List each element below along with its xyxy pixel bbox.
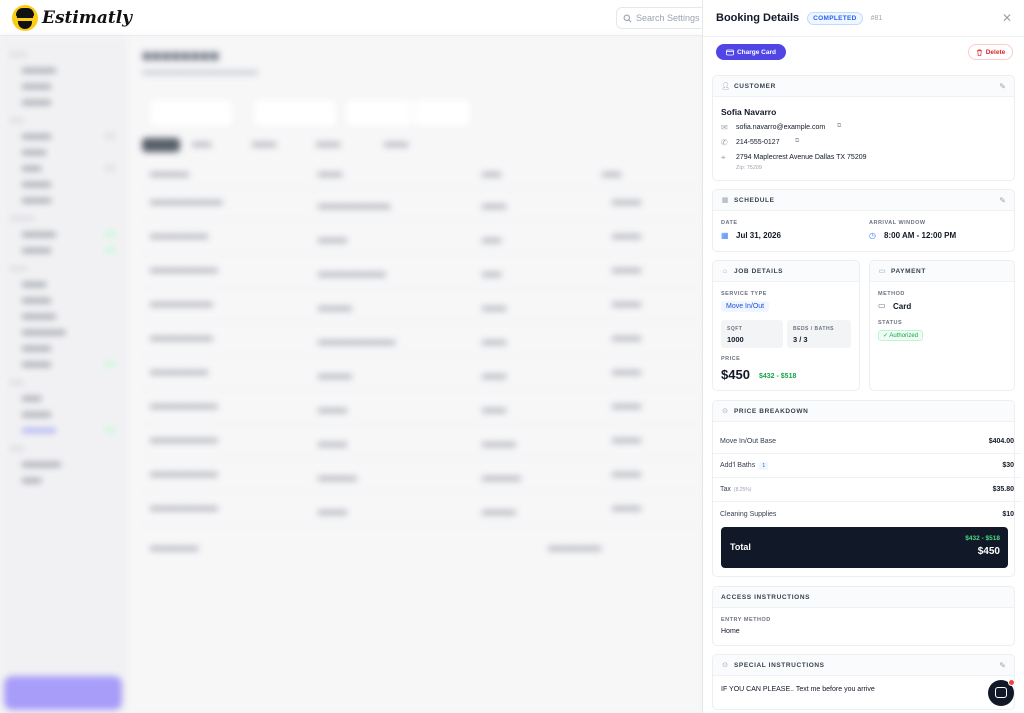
- search-settings-input[interactable]: Search Settings: [616, 7, 706, 29]
- customer-phone[interactable]: 214-555-0127: [736, 139, 780, 146]
- price-breakdown-section: ⊙ PRICE BREAKDOWN Move In/Out Base $404.0…: [712, 400, 1021, 577]
- schedule-section: ▦ SCHEDULE ✎ DATE ▦ Jul 31, 2026 ARRIVAL …: [712, 189, 1015, 252]
- price-label: PRICE: [721, 356, 741, 362]
- copy-email-icon[interactable]: ⧉: [837, 123, 841, 130]
- special-instructions-text: IF YOU CAN PLEASE.. Text me before you a…: [721, 686, 875, 693]
- beds-baths-value: 3 / 3: [793, 335, 808, 344]
- payment-heading: PAYMENT: [891, 267, 926, 275]
- copy-phone-icon[interactable]: ⧉: [795, 138, 799, 145]
- search-icon: [623, 14, 632, 22]
- beds-baths-label: BEDS / BATHS: [793, 326, 834, 332]
- breakdown-value: $30: [1002, 462, 1014, 469]
- method-label: METHOD: [878, 291, 905, 297]
- schedule-date: Jul 31, 2026: [736, 231, 781, 240]
- customer-address: 2794 Maplecrest Avenue Dallas TX 75209: [736, 154, 867, 161]
- mail-icon: ✉: [721, 123, 728, 132]
- service-type-chip: Move In/Out: [721, 301, 770, 312]
- app-name: Estimatly: [42, 8, 133, 28]
- access-instructions-section: ACCESS INSTRUCTIONS ENTRY METHOD Home: [712, 586, 1015, 646]
- payment-method: Card: [893, 302, 912, 311]
- chat-messenger-button[interactable]: [988, 679, 1015, 706]
- total-range: $432 - $518: [965, 535, 1000, 542]
- charge-card-button[interactable]: Charge Card: [716, 44, 786, 60]
- payment-section: ▭ PAYMENT METHOD ▭ Card STATUS ✓ Authoriz…: [869, 260, 1015, 391]
- search-placeholder: Search Settings: [636, 13, 700, 23]
- note-icon: ⊙: [722, 662, 728, 669]
- payment-status-label: STATUS: [878, 320, 903, 326]
- modal-overlay[interactable]: [0, 36, 702, 713]
- user-icon: 👤︎: [721, 83, 730, 90]
- clock-icon: ◷: [869, 231, 876, 240]
- breakdown-count-badge: 1: [759, 461, 769, 470]
- charge-card-label: Charge Card: [736, 48, 776, 56]
- breakdown-label: Move In/Out Base: [720, 438, 777, 445]
- breakdown-row: Cleaning Supplies $10: [713, 502, 1021, 526]
- booking-details-panel: Booking Details COMPLETED #81 ✕ Charge C…: [702, 0, 1024, 713]
- breakdown-row: Move In/Out Base $404.00: [713, 430, 1021, 454]
- price-breakdown-heading: PRICE BREAKDOWN: [734, 407, 809, 415]
- payment-status-badge: ✓ Authorized: [878, 330, 924, 341]
- arrival-window: 8:00 AM - 12:00 PM: [884, 231, 957, 240]
- breakdown-value: $10: [1002, 510, 1014, 518]
- calendar-icon: ▦: [721, 197, 729, 204]
- breakdown-label: Add'l Baths: [720, 462, 756, 469]
- app-logo[interactable]: Estimatly: [12, 5, 132, 31]
- card-method-icon: ▭: [878, 301, 886, 310]
- panel-header: Booking Details COMPLETED #81: [703, 0, 1024, 37]
- chat-bubble-icon: [995, 687, 1007, 698]
- access-heading: ACCESS INSTRUCTIONS: [721, 593, 811, 601]
- edit-schedule-icon[interactable]: ✎: [999, 196, 1006, 205]
- sqft-label: SQFT: [727, 326, 743, 332]
- phone-icon: ✆: [721, 138, 728, 147]
- customer-name: Sofia Navarro: [721, 107, 777, 117]
- schedule-heading: SCHEDULE: [734, 196, 775, 204]
- breakdown-label: Cleaning Supplies: [720, 510, 777, 518]
- job-price: $450: [721, 367, 750, 382]
- job-price-range: $432 - $518: [759, 373, 797, 380]
- location-pin-icon: ⌖: [721, 153, 726, 162]
- close-icon[interactable]: ✕: [1002, 12, 1012, 24]
- breakdown-row: Add'l Baths 1 $30: [713, 454, 1021, 478]
- special-heading: SPECIAL INSTRUCTIONS: [734, 661, 825, 669]
- date-calendar-icon: ▦: [721, 231, 729, 240]
- delete-button[interactable]: Delete: [968, 44, 1013, 60]
- customer-email[interactable]: sofia.navarro@example.com: [736, 124, 825, 131]
- edit-customer-icon[interactable]: ✎: [999, 82, 1006, 91]
- breakdown-row: Tax (8.25%) $35.80: [713, 478, 1021, 502]
- total-box: Total $432 - $518 $450: [721, 527, 1008, 568]
- job-details-section: ⌂ JOB DETAILS SERVICE TYPE Move In/Out SQ…: [712, 260, 860, 391]
- breakdown-label: Tax: [720, 486, 731, 493]
- sqft-value: 1000: [727, 335, 744, 344]
- booking-id: #81: [870, 14, 883, 22]
- customer-section: 👤︎ CUSTOMER ✎ Sofia Navarro ✉ sofia.navar…: [712, 75, 1015, 181]
- breakdown-value: $404.00: [988, 438, 1014, 445]
- entry-method: Home: [721, 628, 740, 635]
- logo-mascot-icon: [12, 5, 38, 31]
- date-label: DATE: [721, 220, 738, 226]
- delete-label: Delete: [985, 48, 1006, 56]
- special-instructions-section: ⊙ SPECIAL INSTRUCTIONS ✎ IF YOU CAN PLEAS…: [712, 654, 1015, 710]
- payment-status: Authorized: [889, 333, 919, 339]
- total-label: Total: [730, 542, 751, 552]
- trash-icon: [976, 49, 982, 56]
- notification-dot: [1008, 679, 1015, 686]
- home-icon: ⌂: [722, 267, 728, 275]
- credit-card-icon: [726, 49, 734, 55]
- breakdown-value: $35.80: [992, 486, 1014, 493]
- edit-special-instructions-icon[interactable]: ✎: [999, 661, 1006, 670]
- dollar-icon: ⊙: [722, 408, 728, 415]
- panel-title: Booking Details: [716, 12, 800, 24]
- total-amount: $450: [977, 546, 1000, 557]
- tax-rate-note: (8.25%): [733, 486, 752, 493]
- payment-card-icon: ▭: [878, 268, 886, 275]
- entry-method-label: ENTRY METHOD: [721, 617, 771, 623]
- status-badge: COMPLETED: [807, 11, 863, 25]
- customer-heading: CUSTOMER: [734, 82, 776, 90]
- job-details-heading: JOB DETAILS: [734, 267, 784, 275]
- arrival-window-label: ARRIVAL WINDOW: [869, 220, 926, 226]
- customer-zip: Zip: 75209: [736, 165, 762, 171]
- service-type-label: SERVICE TYPE: [721, 291, 767, 297]
